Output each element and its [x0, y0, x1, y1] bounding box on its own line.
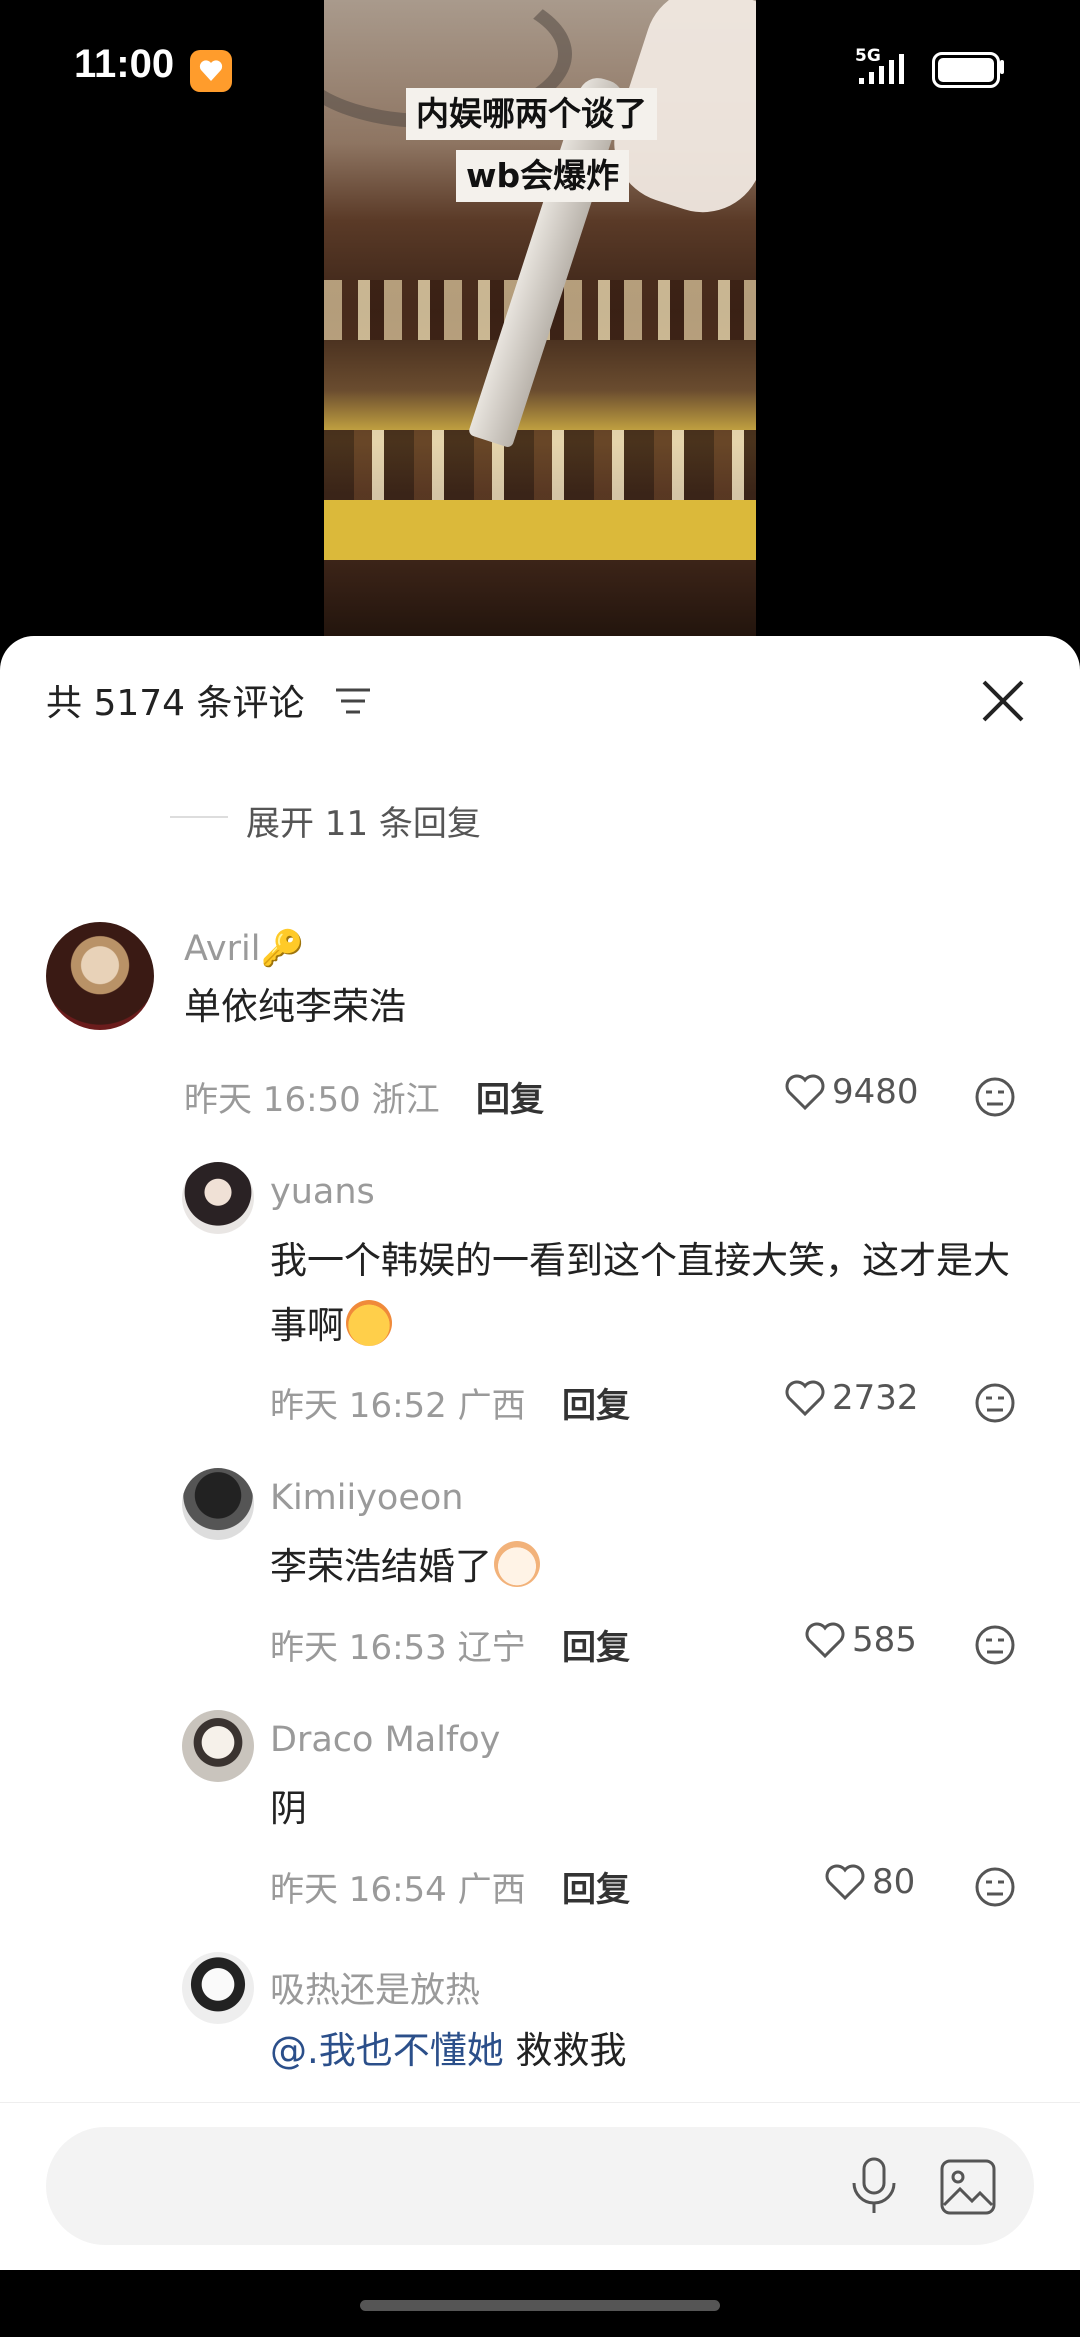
crying-emoji-icon: [346, 1300, 392, 1346]
like-count: 9480: [832, 1072, 919, 1112]
comment-input[interactable]: [46, 2127, 1034, 2245]
heart-icon: [805, 1622, 845, 1659]
comments-count-title: 共 5174 条评论: [46, 683, 305, 724]
dislike-icon[interactable]: [974, 1624, 1016, 1670]
heart-icon: [785, 1074, 825, 1111]
home-indicator[interactable]: [360, 2300, 720, 2311]
comment-text: @.我也不懂她 救救我: [270, 2018, 627, 2083]
cat-emoji-icon: [494, 1541, 540, 1587]
like-count: 2732: [832, 1378, 919, 1418]
like-button[interactable]: 585: [804, 1620, 917, 1660]
status-bar: 11:00 5G: [0, 0, 1080, 130]
avatar[interactable]: [182, 1710, 254, 1782]
comment-username[interactable]: Kimiiyoeon: [270, 1478, 463, 1518]
video-caption-line2: wb会爆炸: [456, 150, 630, 202]
close-icon[interactable]: [978, 676, 1028, 730]
avatar[interactable]: [182, 1468, 254, 1540]
like-button[interactable]: 2732: [784, 1378, 919, 1418]
comment-text-content: 救救我: [503, 2029, 627, 2072]
dislike-icon[interactable]: [974, 1382, 1016, 1428]
battery-tip: [1000, 60, 1004, 74]
comment-time-location: 昨天 16:54 广西: [270, 1870, 526, 1910]
reply-button[interactable]: 回复: [562, 1620, 630, 1669]
comment-username[interactable]: yuans: [270, 1172, 375, 1212]
expand-divider: [170, 816, 228, 818]
like-button[interactable]: 9480: [784, 1072, 919, 1112]
comment-username[interactable]: Draco Malfoy: [270, 1720, 500, 1760]
comment-username[interactable]: 吸热还是放热: [270, 1962, 480, 2013]
mention-link[interactable]: @.我也不懂她: [270, 2029, 504, 2072]
heart-icon: [785, 1380, 825, 1417]
video-cake-layer: [324, 430, 756, 500]
comment-text: 李荣浩结婚了: [270, 1534, 540, 1599]
like-count: 585: [852, 1620, 917, 1660]
avatar[interactable]: [182, 1952, 254, 2024]
heart-icon: [825, 1864, 865, 1901]
microphone-icon[interactable]: [846, 2155, 902, 2223]
like-button[interactable]: 80: [824, 1862, 915, 1902]
comment-text: 单依纯李荣浩: [184, 985, 406, 1028]
dislike-icon[interactable]: [974, 1076, 1016, 1122]
reply-button[interactable]: 回复: [562, 1378, 630, 1427]
comment-time-location: 昨天 16:52 广西: [270, 1386, 526, 1426]
app-notification-icon: [190, 50, 232, 92]
comment-text: 我一个韩娱的一看到这个直接大笑，这才是大事啊: [270, 1228, 1030, 1358]
reply-button[interactable]: 回复: [562, 1862, 630, 1911]
sort-filter-icon[interactable]: [336, 686, 370, 720]
comment-text-content: 李荣浩结婚了: [270, 1545, 492, 1588]
like-count: 80: [872, 1862, 916, 1902]
image-picker-icon[interactable]: [936, 2155, 1000, 2223]
comments-sheet: 共 5174 条评论 展开 11 条回复 Avril🔑 单依纯李荣浩 昨天 16…: [0, 636, 1080, 2337]
expand-replies-label: 展开 11 条回复: [246, 804, 481, 844]
comment-username[interactable]: Avril🔑: [184, 928, 304, 969]
avatar[interactable]: [46, 922, 154, 1030]
comment-time-location: 昨天 16:53 辽宁: [270, 1628, 526, 1668]
status-time: 11:00: [74, 42, 175, 86]
avatar[interactable]: [182, 1162, 254, 1234]
comment-text: 阴: [270, 1787, 307, 1830]
comment-input-bar: [0, 2102, 1080, 2271]
signal-icon: [855, 48, 915, 92]
dislike-icon[interactable]: [974, 1866, 1016, 1912]
battery-icon: [932, 52, 1000, 88]
reply-button[interactable]: 回复: [476, 1072, 544, 1121]
comment-time-location: 昨天 16:50 浙江: [184, 1080, 440, 1120]
